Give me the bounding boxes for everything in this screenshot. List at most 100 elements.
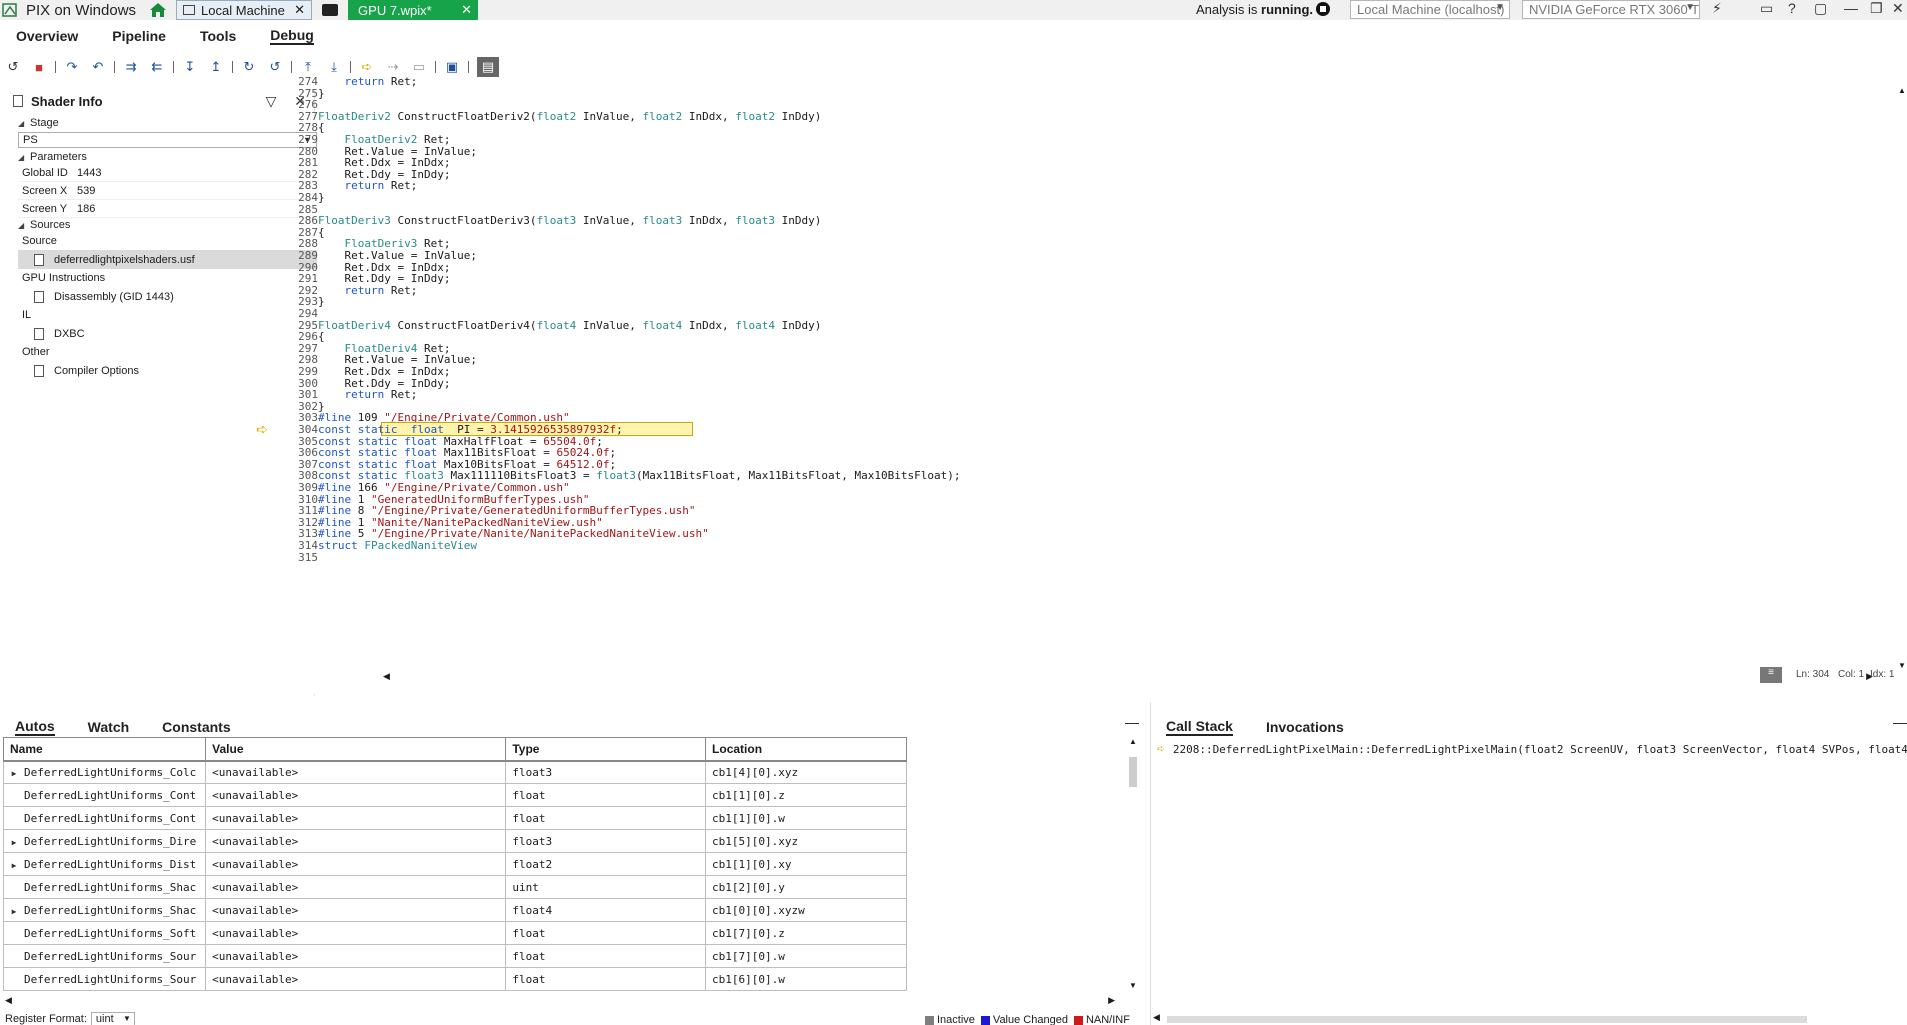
lightning-icon[interactable]: ⚡ <box>1712 0 1722 17</box>
breakpoint-icon[interactable]: ⇢ <box>385 59 401 75</box>
step-forward-pixel-icon[interactable]: ⇉ <box>123 59 139 75</box>
menu-debug[interactable]: Debug <box>270 27 314 45</box>
scroll-right-icon[interactable]: ▶ <box>1108 995 1115 1006</box>
code-token: FloatDeriv3 <box>318 214 391 228</box>
close-icon[interactable]: ✕ <box>461 2 472 18</box>
call-stack-frame[interactable]: ➪ 2208::DeferredLightPixelMain::Deferred… <box>1157 742 1907 757</box>
source-editor[interactable]: 274 return Ret; 275} 276 277 FloatDeriv2 Con… <box>256 75 1907 692</box>
machine-combo[interactable]: Local Machine (localhost) ▼ <box>1350 0 1510 19</box>
tab-local-machine[interactable]: Local Machine ✕ <box>176 0 313 20</box>
param-value[interactable]: 1443 <box>77 167 101 179</box>
minimize-icon[interactable]: — <box>1844 0 1858 16</box>
step-back-pixel-icon[interactable]: ⇇ <box>149 59 165 75</box>
source-view-icon[interactable]: ▤ <box>477 57 499 77</box>
help-icon[interactable]: ? <box>1788 0 1796 16</box>
tab-constants[interactable]: Constants <box>162 719 230 735</box>
autos-horizontal-scrollbar[interactable]: ◀ ▶ <box>5 995 1115 1007</box>
code-token: } <box>318 191 325 204</box>
scroll-down-icon[interactable]: ▼ <box>1898 661 1906 670</box>
feedback-icon[interactable]: ▢ <box>1814 0 1827 17</box>
expand-arrow-icon[interactable]: ▶ <box>5 861 24 870</box>
sources-label: Sources <box>30 219 71 231</box>
callstack-horizontal-scrollbar[interactable]: ◀ <box>1153 1012 1899 1024</box>
table-row[interactable]: DeferredLightUniforms_Cont <unavailable> f… <box>2 783 907 807</box>
expand-arrow-icon[interactable]: ▶ <box>5 907 24 916</box>
menu-pipeline[interactable]: Pipeline <box>112 28 166 44</box>
close-icon[interactable]: ✕ <box>294 2 305 18</box>
code-line[interactable]: return Ret; <box>318 179 418 192</box>
code-line[interactable]: return Ret; <box>318 284 418 297</box>
code-line[interactable]: return Ret; <box>318 75 418 88</box>
code-line[interactable]: } <box>318 295 325 308</box>
step-over-icon[interactable]: ↻ <box>241 59 257 75</box>
step-back-icon[interactable]: ↶ <box>90 59 106 75</box>
step-out-icon[interactable]: ↥ <box>208 59 224 75</box>
tab-invocations[interactable]: Invocations <box>1266 719 1344 735</box>
column-location[interactable]: Location <box>705 737 907 762</box>
column-name[interactable]: Name <box>2 737 207 762</box>
minimize-panel-icon[interactable]: — <box>1893 714 1907 730</box>
table-row[interactable]: DeferredLightUniforms_Shac <unavailable> u… <box>2 875 907 899</box>
editor-vertical-scrollbar[interactable]: ▲ ▼ <box>1897 86 1907 670</box>
scroll-up-icon[interactable]: ▲ <box>1129 737 1137 746</box>
tab-watch[interactable]: Watch <box>88 719 129 735</box>
step-into-icon[interactable]: ↧ <box>182 59 198 75</box>
gpu-combo[interactable]: NVIDIA GeForce RTX 3060 Ti ▼ <box>1522 0 1700 19</box>
table-row[interactable]: ▶ DeferredLightUniforms_Colc <unavailable>… <box>2 760 907 784</box>
scroll-left-icon[interactable]: ◀ <box>383 671 390 682</box>
step-over-back-icon[interactable]: ↺ <box>267 59 283 75</box>
scroll-down-icon[interactable]: ▼ <box>1129 981 1137 990</box>
close-window-icon[interactable]: ✕ <box>1892 0 1904 17</box>
expand-arrow-icon[interactable]: ▶ <box>5 769 24 778</box>
column-type[interactable]: Type <box>505 737 707 762</box>
register-format-select[interactable]: uint ▼ <box>90 1012 135 1025</box>
expand-arrow-icon[interactable]: ▶ <box>5 838 24 847</box>
editor-horizontal-scrollbar[interactable]: ◀ ▶ <box>383 671 1873 683</box>
run-to-bottom-icon[interactable]: ⤓ <box>326 59 342 75</box>
menu-overview[interactable]: Overview <box>16 28 78 44</box>
home-icon[interactable] <box>148 1 168 19</box>
restart-icon[interactable]: ↺ <box>5 59 21 75</box>
clear-icon[interactable]: ▭ <box>411 59 427 75</box>
show-next-statement-icon[interactable]: ➪ <box>359 59 375 75</box>
stop-icon[interactable]: ■ <box>31 59 47 75</box>
notes-icon[interactable]: ▭ <box>1760 0 1773 17</box>
save-icon[interactable]: ▣ <box>444 59 460 75</box>
code-line[interactable]: } <box>318 87 325 100</box>
tab-autos[interactable]: Autos <box>15 718 55 736</box>
code-line[interactable]: struct FPackedNaniteView <box>318 539 477 552</box>
code-line[interactable]: return Ret; <box>318 388 418 401</box>
column-value[interactable]: Value <box>205 737 507 762</box>
scroll-thumb[interactable] <box>1167 1016 1807 1023</box>
code-line[interactable]: FloatDeriv2 ConstructFloatDeriv2(float2 … <box>318 110 821 123</box>
wrap-toggle-icon[interactable]: ≡ <box>1760 667 1782 683</box>
legend: Inactive Value Changed NAN/INF <box>925 1014 1130 1025</box>
table-row[interactable]: ▶ DeferredLightUniforms_Shac <unavailable>… <box>2 898 907 922</box>
restore-icon[interactable]: ❐ <box>1870 0 1883 17</box>
table-row[interactable]: ▶ DeferredLightUniforms_Dire <unavailable>… <box>2 829 907 853</box>
table-row[interactable]: DeferredLightUniforms_Sour <unavailable> f… <box>2 944 907 968</box>
tab-gpu-capture[interactable]: GPU 7.wpix* ✕ <box>348 0 479 20</box>
camera-icon[interactable] <box>322 4 339 16</box>
code-line[interactable]: } <box>318 191 325 204</box>
step-forward-icon[interactable]: ↷ <box>64 59 80 75</box>
minimize-panel-icon[interactable]: — <box>1125 714 1139 730</box>
code-line[interactable]: FloatDeriv4 ConstructFloatDeriv4(float4 … <box>318 319 821 332</box>
scroll-left-icon[interactable]: ◀ <box>1153 1012 1160 1023</box>
menu-tools[interactable]: Tools <box>200 28 236 44</box>
table-row[interactable]: DeferredLightUniforms_Soft <unavailable> f… <box>2 921 907 945</box>
scroll-up-icon[interactable]: ▲ <box>1898 86 1906 95</box>
table-row[interactable]: DeferredLightUniforms_Cont <unavailable> f… <box>2 806 907 830</box>
param-value[interactable]: 186 <box>77 203 95 215</box>
code-line[interactable]: FloatDeriv3 ConstructFloatDeriv3(float3 … <box>318 214 821 227</box>
table-row[interactable]: ▶ DeferredLightUniforms_Dist <unavailable>… <box>2 852 907 876</box>
tab-call-stack[interactable]: Call Stack <box>1166 718 1233 736</box>
scroll-left-icon[interactable]: ◀ <box>5 995 12 1006</box>
run-to-top-icon[interactable]: ⤒ <box>300 59 316 75</box>
param-value[interactable]: 539 <box>77 185 95 197</box>
table-row[interactable]: DeferredLightUniforms_Sour <unavailable> f… <box>2 967 907 991</box>
scroll-thumb[interactable] <box>1129 757 1137 787</box>
autos-vertical-scrollbar[interactable]: ▲ ▼ <box>1127 737 1139 990</box>
register-format-label: Register Format: <box>5 1013 87 1025</box>
stop-analysis-icon[interactable] <box>1316 2 1330 16</box>
